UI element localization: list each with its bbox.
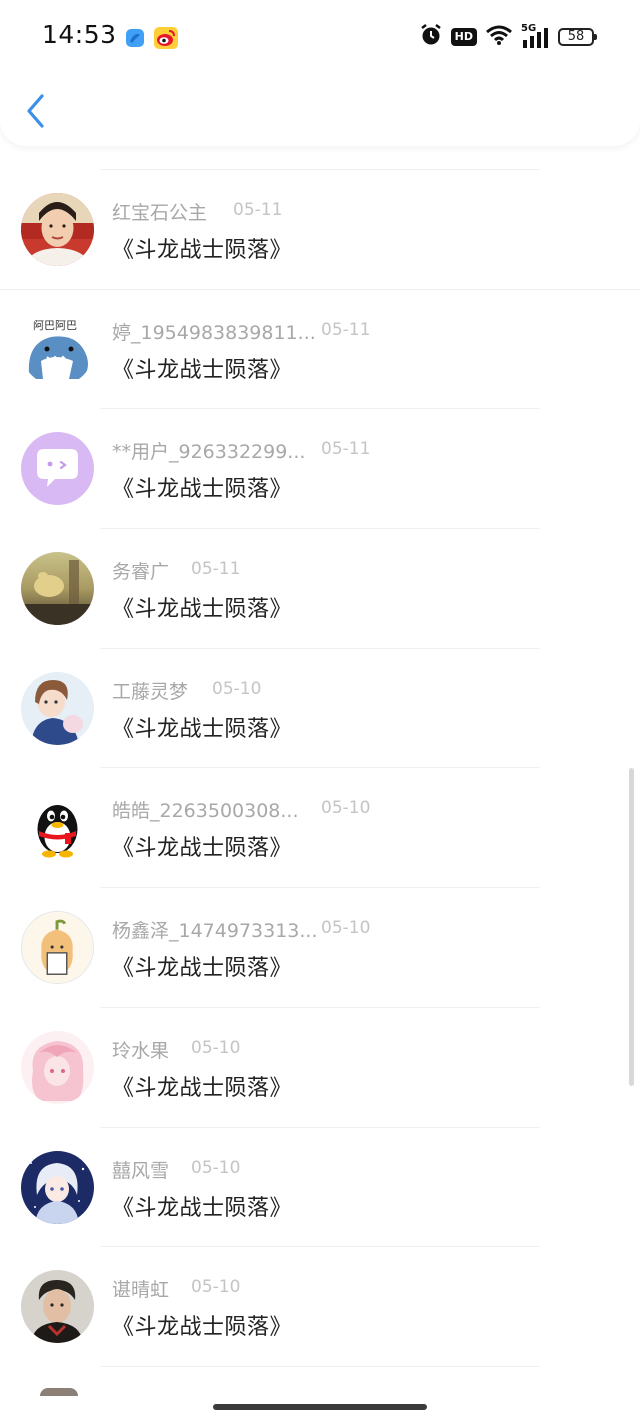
item-meta: 杨鑫泽_1474973313... 05-10: [112, 916, 632, 942]
username[interactable]: 玲水果: [112, 1036, 169, 1063]
hd-badge: HD: [450, 28, 477, 46]
avatar-partial: [40, 1388, 78, 1396]
item-meta: 皓皓_2263500308... 05-10: [112, 796, 632, 822]
scrollbar[interactable]: [629, 768, 634, 1086]
avatar[interactable]: 阿巴阿巴: [21, 312, 94, 386]
username[interactable]: 红宝石公主: [112, 198, 207, 225]
item-meta: 工藤灵梦 05-10: [112, 677, 632, 703]
item-meta: 谌晴虹 05-10: [112, 1275, 632, 1301]
avatar[interactable]: [21, 911, 94, 985]
screen: 14:53 HD 5G 58 红宝石公主 05-11 《斗龙战士陨落》 阿巴阿巴…: [0, 0, 640, 1423]
default-chat-icon: [21, 432, 94, 506]
date: 05-11: [233, 200, 283, 220]
list-item[interactable]: 玲水果 05-10 《斗龙战士陨落》: [0, 1008, 640, 1128]
username[interactable]: 皓皓_2263500308...: [112, 796, 299, 823]
item-meta: 玲水果 05-10: [112, 1036, 632, 1062]
alarm-icon: [420, 23, 442, 51]
avatar[interactable]: [21, 193, 94, 266]
battery-indicator: 58: [558, 28, 597, 46]
avatar[interactable]: [21, 432, 94, 506]
list-item[interactable]: 皓皓_2263500308... 05-10 《斗龙战士陨落》: [0, 768, 640, 889]
qq-penguin-icon: [21, 791, 94, 865]
date: 05-10: [321, 918, 371, 939]
item-title[interactable]: 《斗龙战士陨落》: [112, 830, 292, 862]
home-indicator[interactable]: [213, 1404, 427, 1410]
avatar[interactable]: [21, 1270, 94, 1344]
item-meta: 婷_1954983839811... 05-11: [112, 318, 632, 344]
item-meta: **用户_926332299... 05-11: [112, 437, 632, 463]
item-title[interactable]: 《斗龙战士陨落》: [112, 471, 292, 503]
username[interactable]: 婷_1954983839811...: [112, 318, 316, 345]
avatar[interactable]: [21, 671, 94, 745]
item-title[interactable]: 《斗龙战士陨落》: [112, 1070, 292, 1102]
avatar[interactable]: [21, 791, 94, 865]
chevron-left-icon: [27, 94, 44, 128]
item-title[interactable]: 《斗龙战士陨落》: [112, 352, 292, 384]
list-item[interactable]: **用户_926332299... 05-11 《斗龙战士陨落》: [0, 409, 640, 530]
date: 05-10: [191, 1157, 241, 1178]
date: 05-11: [191, 559, 241, 580]
list-item[interactable]: 杨鑫泽_1474973313... 05-10 《斗龙战士陨落》: [0, 888, 640, 1008]
app-icon-blue: [124, 27, 146, 49]
username[interactable]: 谌晴虹: [112, 1275, 169, 1302]
date: 05-11: [321, 439, 371, 460]
item-meta: 红宝石公主 05-11: [112, 198, 632, 224]
item-title[interactable]: 《斗龙战士陨落》: [112, 950, 292, 982]
username[interactable]: 务睿广: [112, 557, 169, 584]
status-bar: 14:53 HD 5G 58: [0, 0, 640, 74]
item-title[interactable]: 《斗龙战士陨落》: [112, 711, 292, 743]
svg-text:阿巴阿巴: 阿巴阿巴: [33, 319, 77, 332]
date: 05-11: [321, 319, 371, 340]
item-meta: 务睿广 05-11: [112, 557, 632, 583]
item-title[interactable]: 《斗龙战士陨落》: [112, 232, 292, 264]
item-title[interactable]: 《斗龙战士陨落》: [112, 591, 292, 623]
avatar[interactable]: [21, 552, 94, 626]
cellular-signal-icon: 5G: [521, 23, 549, 49]
item-meta: 囍风雪 05-10: [112, 1156, 632, 1182]
list-item[interactable]: 工藤灵梦 05-10 《斗龙战士陨落》: [0, 649, 640, 769]
status-icons: HD 5G 58: [420, 22, 597, 52]
list-item[interactable]: 谌晴虹 05-10 《斗龙战士陨落》: [0, 1247, 640, 1367]
list-item[interactable]: 阿巴阿巴 婷_1954983839811... 05-11 《斗龙战士陨落》: [0, 290, 640, 410]
date: 05-10: [212, 678, 262, 699]
avatar[interactable]: [21, 1030, 94, 1104]
list-item[interactable]: 务睿广 05-11 《斗龙战士陨落》: [0, 529, 640, 649]
top-bar: 14:53 HD 5G 58: [0, 0, 640, 146]
date: 05-10: [191, 1277, 241, 1298]
list-item[interactable]: 囍风雪 05-10 《斗龙战士陨落》: [0, 1128, 640, 1248]
item-title[interactable]: 《斗龙战士陨落》: [112, 1309, 292, 1341]
back-button[interactable]: [20, 90, 54, 132]
weibo-icon: [154, 27, 178, 49]
wifi-icon: [486, 25, 512, 49]
status-time: 14:53: [42, 20, 117, 49]
username[interactable]: 杨鑫泽_1474973313...: [112, 916, 318, 943]
username[interactable]: 囍风雪: [112, 1156, 169, 1183]
date: 05-10: [321, 798, 371, 819]
date: 05-10: [191, 1037, 241, 1058]
list-item[interactable]: 红宝石公主 05-11 《斗龙战士陨落》: [0, 170, 640, 290]
item-title[interactable]: 《斗龙战士陨落》: [112, 1190, 292, 1222]
username[interactable]: **用户_926332299...: [112, 437, 305, 464]
row-divider: [100, 1365, 540, 1367]
avatar[interactable]: [21, 1150, 94, 1224]
comment-list: 红宝石公主 05-11 《斗龙战士陨落》 阿巴阿巴 婷_195498383981…: [0, 170, 640, 1367]
username[interactable]: 工藤灵梦: [112, 677, 188, 704]
